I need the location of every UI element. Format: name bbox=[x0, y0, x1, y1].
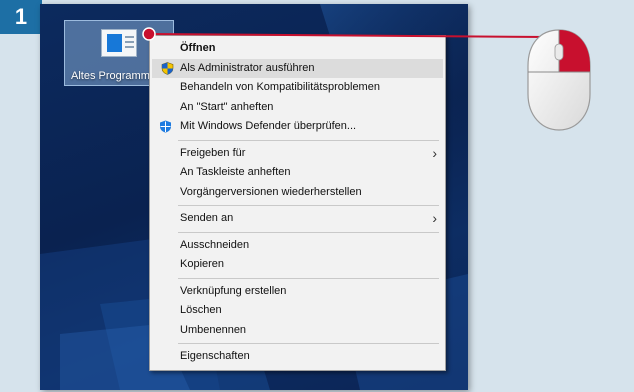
menu-item-label: Löschen bbox=[180, 304, 222, 316]
menu-item-send-to[interactable]: Senden an › bbox=[150, 209, 445, 229]
menu-separator bbox=[178, 231, 439, 233]
menu-separator bbox=[178, 205, 439, 206]
windows-defender-icon bbox=[160, 120, 171, 133]
uac-shield-icon bbox=[161, 61, 174, 75]
menu-item-cut[interactable]: Ausschneiden bbox=[150, 236, 445, 256]
context-menu: Öffnen Als Administrator ausführen Behan… bbox=[149, 35, 446, 371]
menu-item-label: Behandeln von Kompatibilitätsproblemen bbox=[180, 81, 380, 93]
menu-item-label: Umbenennen bbox=[180, 323, 247, 336]
menu-item-delete[interactable]: Löschen bbox=[150, 301, 445, 321]
submenu-arrow-icon: › bbox=[432, 210, 437, 226]
menu-item-windows-defender-scan[interactable]: Mit Windows Defender überprüfen... bbox=[150, 117, 445, 137]
menu-item-compatibility[interactable]: Behandeln von Kompatibilitätsproblemen bbox=[150, 78, 445, 98]
menu-separator bbox=[178, 343, 439, 344]
menu-item-label: Freigeben für bbox=[180, 146, 246, 159]
menu-item-open[interactable]: Öffnen bbox=[150, 39, 445, 59]
menu-item-properties[interactable]: Eigenschaften bbox=[150, 347, 445, 367]
menu-separator bbox=[178, 277, 439, 279]
menu-item-label: Senden an bbox=[180, 212, 234, 224]
menu-item-share-with[interactable]: Freigeben für › bbox=[150, 144, 445, 164]
menu-item-run-as-admin[interactable]: Als Administrator ausführen bbox=[152, 58, 443, 78]
menu-item-copy[interactable]: Kopieren bbox=[150, 255, 445, 275]
menu-item-label: Ausschneiden bbox=[180, 238, 250, 251]
mouse-right-click-icon bbox=[527, 29, 591, 131]
program-icon bbox=[101, 29, 137, 57]
menu-item-label: An "Start" anheften bbox=[180, 100, 274, 113]
menu-item-label: Eigenschaften bbox=[180, 350, 250, 362]
menu-item-label: Kopieren bbox=[180, 258, 225, 270]
menu-item-label: Mit Windows Defender überprüfen... bbox=[180, 120, 357, 132]
menu-item-create-shortcut[interactable]: Verknüpfung erstellen bbox=[150, 282, 445, 302]
submenu-arrow-icon: › bbox=[432, 144, 437, 161]
menu-item-label: Vorgängerversionen wiederherstellen bbox=[180, 185, 362, 198]
step-number-badge: 1 bbox=[0, 0, 42, 34]
menu-item-pin-to-taskbar[interactable]: An Taskleiste anheften bbox=[150, 163, 445, 183]
menu-item-restore-previous-versions[interactable]: Vorgängerversionen wiederherstellen bbox=[150, 183, 445, 203]
menu-item-label: Verknüpfung erstellen bbox=[180, 284, 287, 297]
menu-separator bbox=[178, 139, 439, 141]
menu-item-label: Öffnen bbox=[180, 42, 216, 54]
menu-item-rename[interactable]: Umbenennen bbox=[150, 321, 445, 341]
menu-item-pin-to-start[interactable]: An "Start" anheften bbox=[150, 98, 445, 118]
menu-item-label: An Taskleiste anheften bbox=[180, 166, 291, 178]
step-number: 1 bbox=[14, 4, 28, 29]
desktop-shortcut-label: Altes Programm bbox=[71, 70, 150, 82]
menu-item-label: Als Administrator ausführen bbox=[180, 61, 315, 74]
